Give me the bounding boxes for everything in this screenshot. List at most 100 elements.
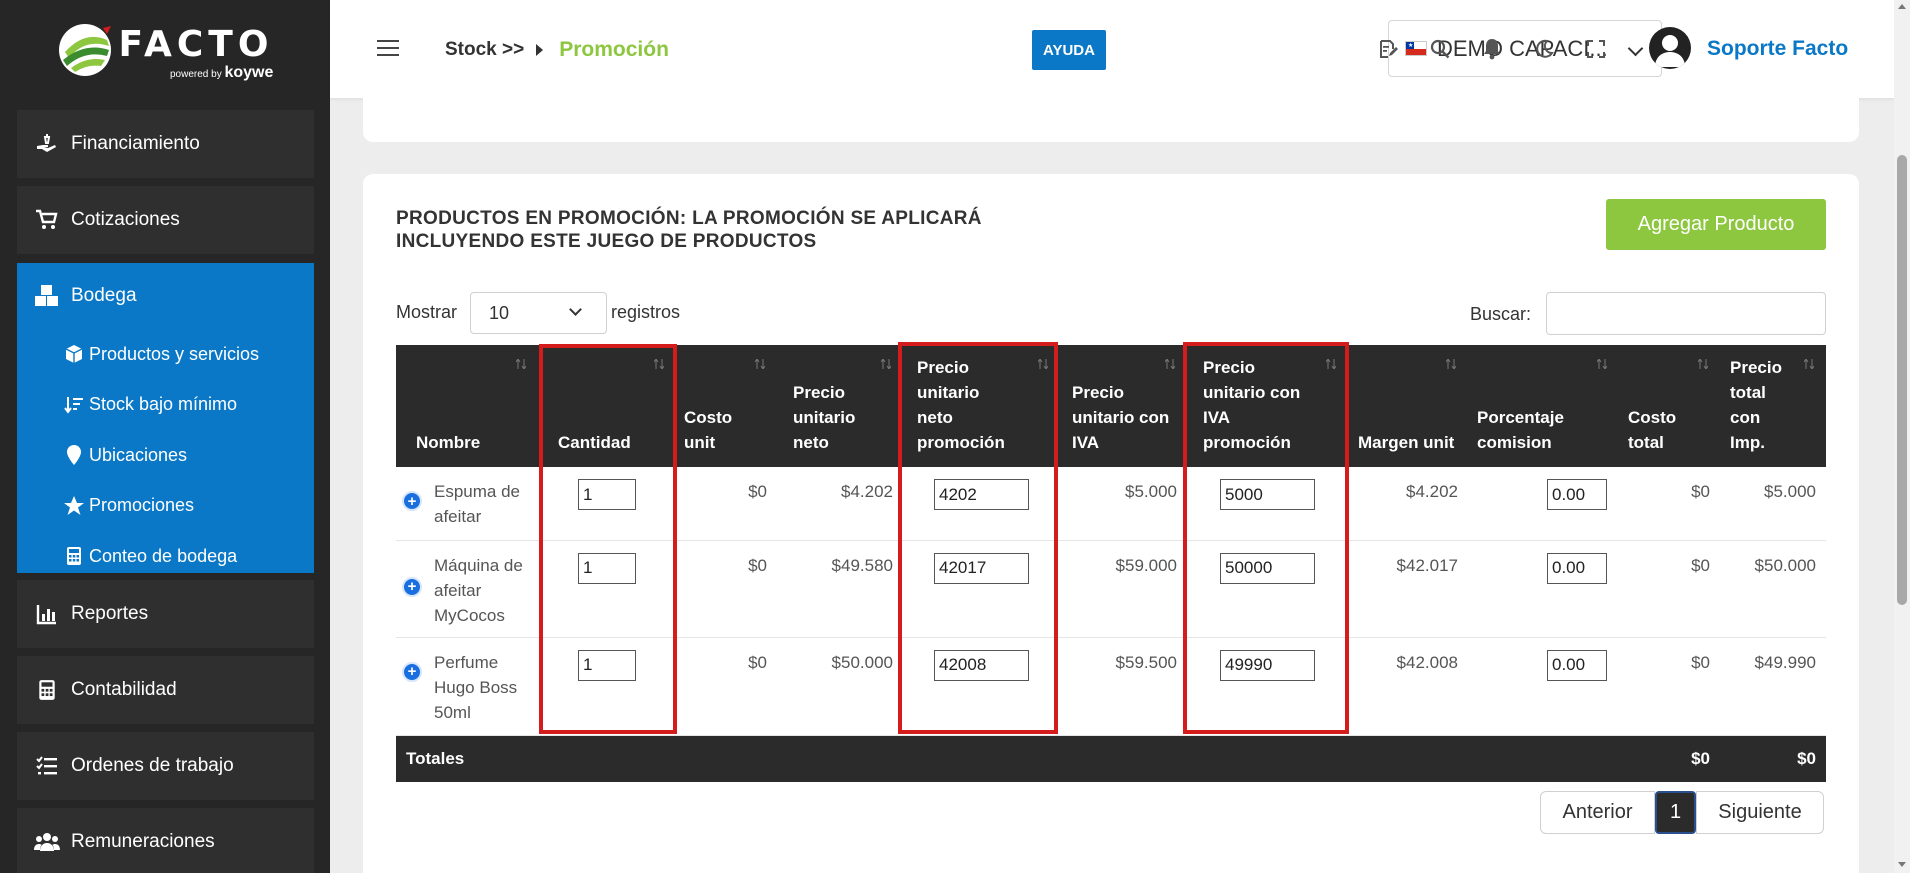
column-header-precio-total[interactable]: Precio total con Imp. (1720, 345, 1826, 467)
totals-precio-total: $0 (1720, 735, 1826, 782)
sort-icon (515, 351, 527, 370)
totals-costo-total: $0 (1619, 735, 1720, 782)
pagination-next[interactable]: Siguiente (1696, 791, 1824, 834)
column-header-margen[interactable]: Margen unit (1348, 345, 1468, 467)
scroll-down-arrow-icon[interactable] (1898, 862, 1906, 867)
iva-promocion-input[interactable] (1220, 649, 1315, 681)
add-product-button[interactable]: Agregar Producto (1606, 199, 1826, 250)
cell-precio-total: $5.000 (1720, 467, 1826, 541)
cell-precio-neto: $4.202 (777, 467, 903, 541)
cell-precio-neto: $50.000 (777, 637, 903, 736)
sidebar-subitem-label: Conteo de bodega (89, 545, 238, 566)
cell-margen: $42.017 (1348, 540, 1468, 638)
cell-cantidad (538, 467, 676, 541)
column-header-cantidad[interactable]: Cantidad (538, 345, 676, 467)
cell-precio-iva: $59.500 (1060, 637, 1187, 736)
sort-icon (1596, 351, 1608, 370)
sidebar-item-bodega[interactable]: Bodega (17, 263, 314, 329)
scroll-thumb[interactable] (1897, 155, 1907, 605)
comision-input[interactable] (1547, 552, 1607, 584)
sidebar-item-label: Cotizaciones (71, 209, 180, 230)
menu-toggle-icon[interactable] (377, 40, 399, 58)
column-header-costo-unit[interactable]: Costo unit (676, 345, 777, 467)
cell-margen: $4.202 (1348, 467, 1468, 541)
cell-costo-total: $0 (1619, 637, 1720, 736)
sidebar-subitem-label: Productos y servicios (89, 343, 260, 364)
promotion-products-card: PRODUCTOS EN PROMOCIÓN: LA PROMOCIÓN SE … (363, 174, 1859, 873)
expand-row-icon[interactable]: + (402, 491, 422, 511)
sort-icon (1445, 351, 1457, 370)
comision-input[interactable] (1547, 479, 1607, 510)
sidebar-item-remuneraciones[interactable]: Remuneraciones (17, 808, 314, 873)
moon-icon[interactable] (1532, 37, 1556, 61)
help-button[interactable]: AYUDA (1032, 30, 1106, 70)
cantidad-input[interactable] (578, 479, 636, 510)
sidebar-subitem-promociones[interactable]: Promociones (17, 481, 314, 532)
sidebar-item-financiamiento[interactable]: Financiamiento (17, 110, 314, 178)
bar-chart-icon (33, 600, 61, 628)
iva-promocion-input[interactable] (1220, 552, 1315, 584)
expand-row-icon[interactable]: + (402, 661, 422, 682)
user-name[interactable]: Soporte Facto (1707, 37, 1848, 61)
cantidad-input[interactable] (578, 649, 636, 681)
boxes-icon (33, 282, 61, 310)
column-header-costo-total[interactable]: Costo total (1619, 345, 1720, 467)
cell-nombre: + Perfume Hugo Boss 50ml (396, 637, 538, 736)
users-icon (33, 828, 61, 856)
sidebar-item-cotizaciones[interactable]: Cotizaciones (17, 186, 314, 254)
map-pin-icon (63, 444, 85, 466)
cell-neto-promocion (903, 637, 1060, 736)
column-header-precio-iva[interactable]: Precio unitario con IVA (1060, 345, 1187, 467)
records-label: registros (611, 302, 681, 322)
fullscreen-icon[interactable] (1584, 37, 1608, 61)
avatar[interactable] (1649, 27, 1691, 69)
column-header-comision[interactable]: Porcentaje comision (1468, 345, 1619, 467)
chevron-down-icon (569, 303, 582, 316)
sidebar-subitem-stock-bajo[interactable]: Stock bajo mínimo (17, 380, 314, 431)
sidebar-subitem-productos[interactable]: Productos y servicios (17, 329, 314, 380)
previous-card (363, 90, 1859, 142)
page-size-select[interactable]: 10 (470, 292, 607, 334)
column-header-neto-promocion[interactable]: Precio unitario neto promoción (903, 345, 1060, 467)
brand-powered-by: powered by koywe (170, 64, 274, 81)
neto-promocion-input[interactable] (934, 649, 1029, 681)
iva-promocion-input[interactable] (1220, 479, 1315, 510)
cantidad-input[interactable] (578, 552, 636, 584)
cell-iva-promocion (1187, 467, 1348, 541)
column-header-nombre[interactable]: Nombre (396, 345, 538, 467)
sidebar-item-label: Remuneraciones (71, 831, 215, 852)
cell-costo-total: $0 (1619, 467, 1720, 541)
cell-precio-total: $49.990 (1720, 637, 1826, 736)
sort-icon (1325, 351, 1337, 370)
search-label: Buscar: (1470, 304, 1532, 324)
sidebar-subitem-ubicaciones[interactable]: Ubicaciones (17, 430, 314, 481)
column-header-precio-neto[interactable]: Precio unitario neto (777, 345, 903, 467)
sidebar-item-contabilidad[interactable]: Contabilidad (17, 656, 314, 724)
bell-icon[interactable] (1480, 37, 1504, 61)
brand-logo[interactable]: FACTO (0, 0, 330, 100)
pagination-previous[interactable]: Anterior (1540, 791, 1655, 834)
sort-icon (880, 351, 892, 370)
search-icon[interactable] (1428, 37, 1452, 61)
sidebar-item-ordenes[interactable]: Ordenes de trabajo (17, 732, 314, 800)
cell-cantidad (538, 637, 676, 736)
sidebar-item-label: Bodega (71, 285, 137, 306)
comision-input[interactable] (1547, 649, 1607, 681)
column-header-iva-promocion[interactable]: Precio unitario con IVA promoción (1187, 345, 1348, 467)
cell-precio-iva: $5.000 (1060, 467, 1187, 541)
sidebar-item-reportes[interactable]: Reportes (17, 580, 314, 648)
company-select-value: DEMO CAPACI... (1437, 35, 1608, 61)
sidebar-subitem-conteo[interactable]: Conteo de bodega (17, 531, 314, 582)
page-scrollbar[interactable] (1894, 0, 1910, 873)
cell-costo-unit: $0 (676, 637, 777, 736)
pagination-page-current[interactable]: 1 (1655, 791, 1696, 834)
edit-document-icon[interactable] (1376, 37, 1400, 61)
search-input[interactable] (1546, 292, 1826, 335)
breadcrumb-parent[interactable]: Stock >> (445, 39, 524, 61)
scroll-up-arrow-icon[interactable] (1898, 4, 1906, 9)
neto-promocion-input[interactable] (934, 552, 1029, 584)
expand-row-icon[interactable]: + (402, 576, 422, 597)
neto-promocion-input[interactable] (934, 479, 1029, 510)
sort-icon (1037, 351, 1049, 370)
cell-costo-unit: $0 (676, 540, 777, 638)
